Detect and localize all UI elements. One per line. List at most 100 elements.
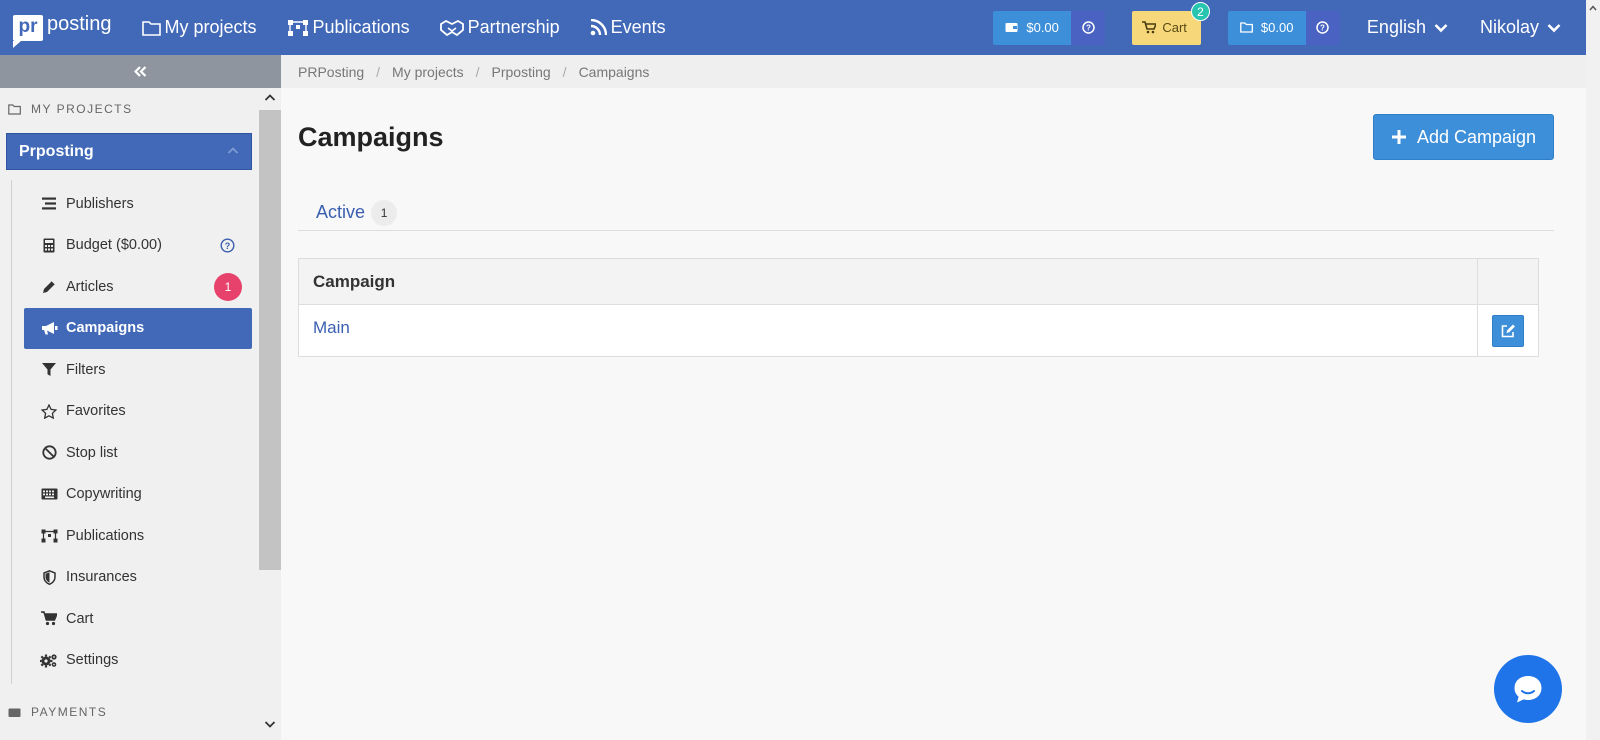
project-balance: $0.00 [1260, 20, 1294, 35]
wallet-balance: $0.00 [1026, 20, 1059, 35]
sidebar-item-label: Copywriting [66, 486, 142, 503]
chat-widget-button[interactable] [1494, 655, 1562, 723]
user-menu[interactable]: Nikolay [1480, 17, 1561, 38]
nav-my-projects[interactable]: My projects [141, 17, 257, 38]
column-header-campaign: Campaign [299, 259, 1478, 304]
wallet-group: $0.00 ? [993, 10, 1106, 45]
breadcrumb-current: Campaigns [578, 63, 650, 80]
sidebar-item-publishers[interactable]: Publishers [24, 183, 252, 225]
menu-guide-line [11, 180, 12, 684]
breadcrumb-item[interactable]: My projects [392, 64, 464, 80]
sidebar-collapse-button[interactable] [0, 55, 281, 88]
nav-events[interactable]: Events [590, 17, 666, 38]
breadcrumb-item[interactable]: Prposting [492, 64, 551, 80]
sidebar-item-stop-list[interactable]: Stop list [24, 432, 252, 474]
nav-publications[interactable]: Publications [287, 17, 410, 38]
svg-text:?: ? [1320, 24, 1325, 33]
sidebar-item-filters[interactable]: Filters [24, 349, 252, 391]
project-balance-button[interactable]: $0.00 [1227, 10, 1306, 45]
campaign-link[interactable]: Main [299, 305, 1478, 356]
column-header-actions [1478, 259, 1538, 304]
campaigns-table: Campaign Main [298, 258, 1539, 357]
sidebar-item-budget[interactable]: Budget ($0.00) ? [24, 225, 252, 267]
folder-icon [1240, 22, 1253, 33]
project-toggle[interactable]: Prposting [6, 133, 252, 170]
sidebar-item-label: Publishers [66, 195, 134, 212]
question-icon: ? [1082, 21, 1095, 34]
sidebar-item-label: Filters [66, 361, 106, 378]
breadcrumb-item[interactable]: PRPosting [298, 64, 364, 80]
section-payments: PAYMENTS [0, 691, 107, 733]
shield-icon [40, 568, 58, 586]
top-right-controls: $0.00 ? Cart 2 $0.00 ? English Nikolay [993, 0, 1586, 55]
chevron-up-icon [227, 147, 239, 154]
sidebar-item-label: Campaigns [66, 320, 145, 337]
chevron-down-icon [1547, 23, 1561, 32]
sidebar-item-label: Favorites [66, 403, 126, 420]
sidebar-item-insurances[interactable]: Insurances [24, 557, 252, 599]
scroll-up-icon[interactable] [1589, 4, 1597, 12]
section-my-projects: MY PROJECTS [0, 88, 281, 130]
filter-icon [40, 361, 58, 379]
logo-mark: pr [13, 14, 43, 48]
tab-active-label: Active [316, 202, 366, 222]
list-icon [40, 195, 58, 213]
campaign-tabs: Active 1 [298, 194, 1554, 231]
nav-publications-label: Publications [312, 17, 410, 37]
wallet-balance-button[interactable]: $0.00 [993, 10, 1072, 45]
sidebar-item-label: Settings [66, 652, 119, 669]
sidebar-item-label: Publications [66, 527, 145, 544]
project-menu: Publishers Budget ($0.00) ? Articles 1 C… [24, 183, 252, 681]
tab-active-count: 1 [371, 199, 398, 226]
breadcrumb: PRPosting / My projects / Prposting / Ca… [281, 55, 1586, 88]
sidebar-item-publications[interactable]: Publications [24, 515, 252, 557]
project-help-button[interactable]: ? [1305, 10, 1340, 45]
gears-icon [40, 651, 58, 669]
question-icon: ? [1316, 21, 1330, 34]
nodes-icon [287, 19, 308, 36]
chat-bubble-icon [1514, 676, 1542, 703]
chevron-down-icon [1434, 23, 1448, 32]
plus-icon [1391, 130, 1406, 144]
sidebar-item-cart[interactable]: Cart [24, 598, 252, 640]
breadcrumb-separator: / [376, 63, 381, 80]
sidebar-item-settings[interactable]: Settings [24, 640, 252, 682]
language-selector[interactable]: English [1367, 17, 1448, 38]
wallet-help-button[interactable]: ? [1071, 10, 1106, 45]
keyboard-icon [40, 485, 58, 503]
logo[interactable]: pr posting [13, 0, 112, 55]
cart-button[interactable]: Cart 2 [1132, 1, 1210, 45]
section-my-projects-label: MY PROJECTS [31, 102, 133, 116]
tab-active[interactable]: Active 1 [298, 194, 398, 231]
megaphone-icon [40, 319, 58, 337]
page-scrollbar[interactable] [1586, 0, 1600, 740]
question-icon[interactable]: ? [220, 237, 235, 253]
main-nav: My projects Publications Partnership Eve… [141, 17, 696, 38]
nav-events-label: Events [610, 17, 666, 37]
sidebar-item-favorites[interactable]: Favorites [24, 391, 252, 433]
sidebar-scrollbar-thumb[interactable] [259, 110, 281, 570]
sidebar-scrollbar[interactable] [259, 88, 281, 740]
language-label: English [1366, 17, 1426, 37]
sidebar-item-label: Insurances [66, 569, 137, 586]
main-content: Campaigns Add Campaign Active 1 Campaign… [281, 88, 1586, 740]
sidebar-item-campaigns[interactable]: Campaigns [24, 307, 252, 349]
sidebar-item-label: Articles [66, 278, 114, 295]
page-title: Campaigns [298, 122, 444, 152]
sidebar-scroll-area: MY PROJECTS Prposting Publishers Budget … [0, 88, 281, 740]
wallet-icon [8, 708, 21, 717]
handshake-icon [439, 19, 464, 36]
add-campaign-button[interactable]: Add Campaign [1373, 114, 1554, 160]
svg-text:?: ? [1086, 24, 1091, 33]
sidebar-item-articles[interactable]: Articles 1 [24, 266, 252, 308]
scroll-up-icon[interactable] [264, 92, 276, 104]
folder-icon [8, 103, 21, 115]
sidebar-item-copywriting[interactable]: Copywriting [24, 474, 252, 516]
logo-text: posting [47, 13, 112, 35]
scroll-down-icon[interactable] [264, 718, 276, 730]
top-navbar: pr posting My projects Publications Part… [0, 0, 1586, 55]
edit-campaign-button[interactable] [1492, 314, 1524, 347]
nav-partnership[interactable]: Partnership [439, 17, 560, 38]
nodes-icon [40, 527, 58, 545]
sidebar-item-label: Stop list [66, 444, 118, 461]
